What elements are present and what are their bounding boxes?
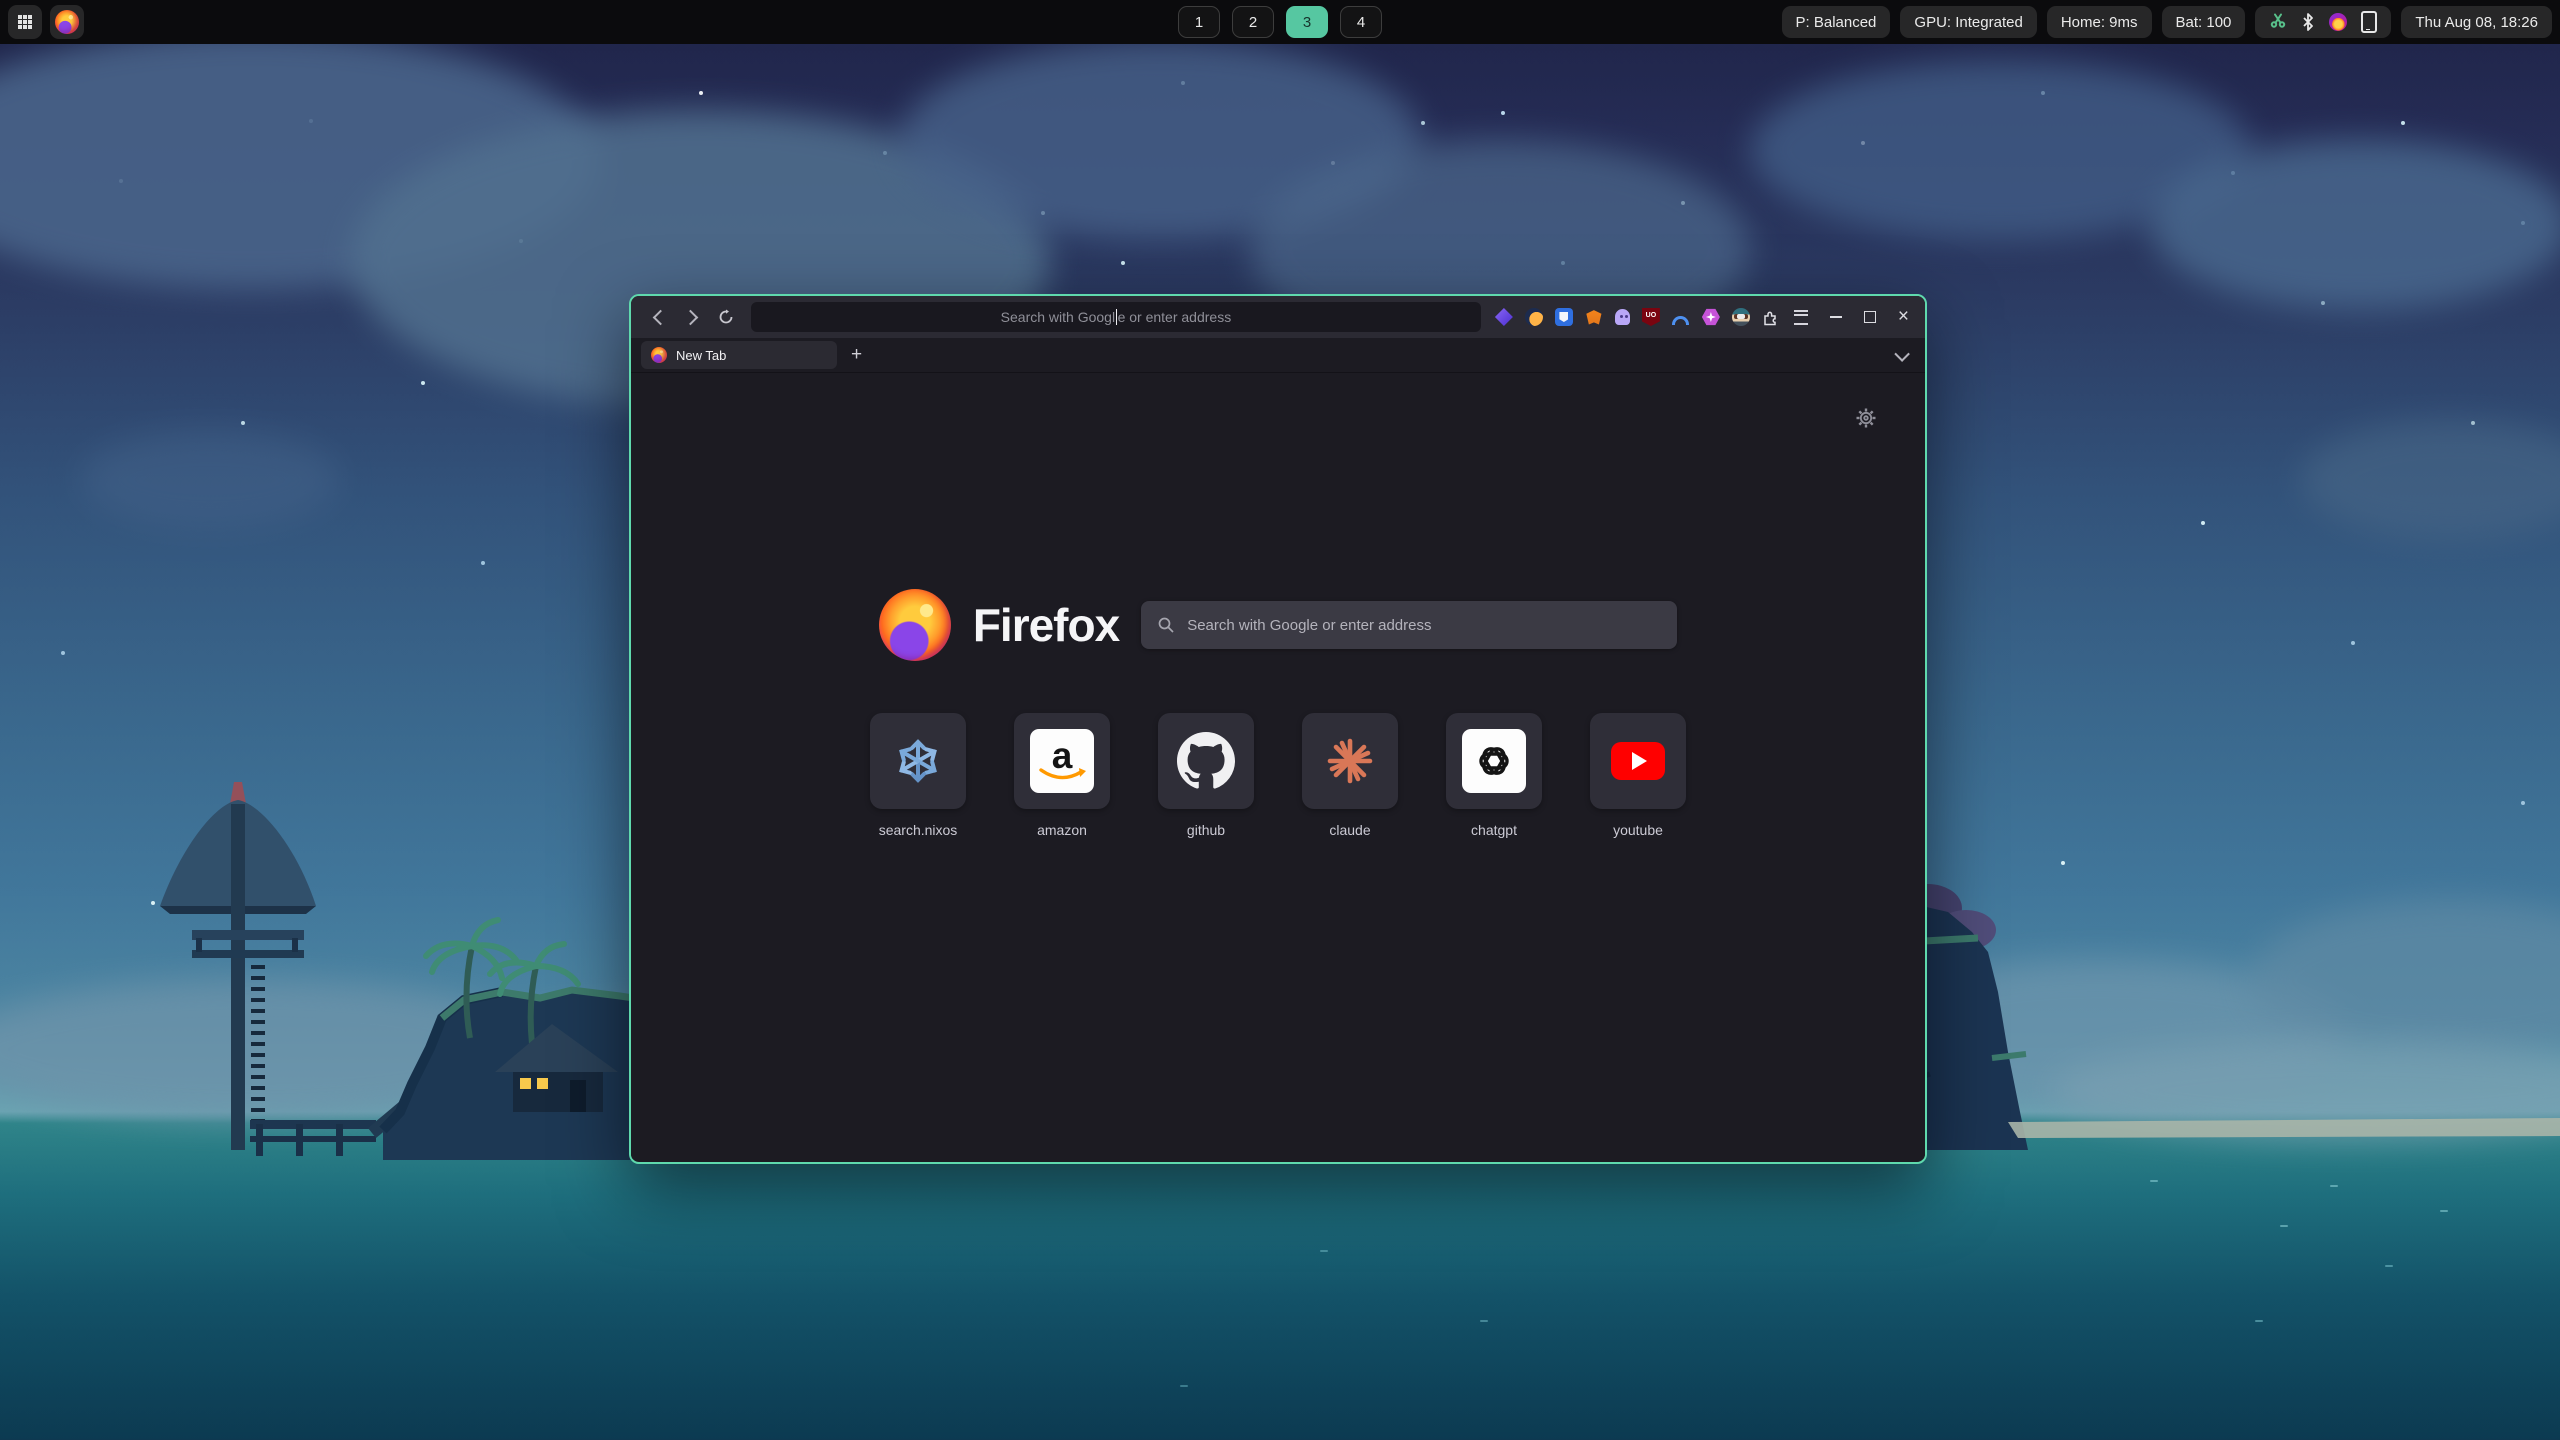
shortcut-label: amazon	[1037, 822, 1087, 838]
workspace-button-4[interactable]: 4	[1340, 6, 1382, 38]
puzzle-icon	[1762, 309, 1779, 326]
gpu-status: GPU: Integrated	[1900, 6, 2036, 38]
shortcut-chatgpt[interactable]: chatgpt	[1434, 713, 1554, 838]
new-tab-button[interactable]: +	[851, 344, 862, 366]
amazon-icon: a	[1030, 729, 1094, 793]
cloud-decor	[80, 430, 340, 530]
reload-button[interactable]	[713, 304, 739, 330]
workspace-button-2[interactable]: 2	[1232, 6, 1274, 38]
close-button[interactable]: ×	[1898, 312, 1909, 322]
newtab-search-input[interactable]: Search with Google or enter address	[1141, 601, 1677, 649]
status-group: P: Balanced GPU: Integrated Home: 9ms Ba…	[1782, 6, 2552, 38]
bluetooth-icon[interactable]	[2301, 13, 2315, 31]
extension-ublock-icon[interactable]: UO	[1642, 308, 1660, 326]
firefox-hero: Firefox Search with Google or enter addr…	[631, 589, 1925, 661]
tab-title: New Tab	[676, 348, 726, 363]
launcher-group	[8, 5, 84, 39]
hamburger-menu-icon	[1794, 310, 1808, 325]
extension-ghost-icon[interactable]	[1615, 309, 1630, 325]
forward-button[interactable]	[679, 304, 705, 330]
github-octocat-icon	[1177, 732, 1235, 790]
ping-status: Home: 9ms	[2047, 6, 2152, 38]
tab-new-tab[interactable]: New Tab	[641, 341, 837, 369]
shortcut-label: chatgpt	[1471, 822, 1517, 838]
network-icon[interactable]	[2269, 11, 2287, 33]
workspace-button-1[interactable]: 1	[1178, 6, 1220, 38]
shortcut-amazon[interactable]: a amazon	[1002, 713, 1122, 838]
cloud-decor	[2150, 140, 2560, 310]
back-button[interactable]	[645, 304, 671, 330]
url-bar[interactable]: Search with Google or enter address	[751, 302, 1481, 332]
firefox-icon	[55, 10, 79, 34]
shortcut-label: youtube	[1613, 822, 1663, 838]
shortcut-claude[interactable]: claude	[1290, 713, 1410, 838]
url-placeholder-left: Search with Googl	[1001, 309, 1115, 325]
shortcut-label: github	[1187, 822, 1225, 838]
extension-blue-arc-icon[interactable]	[1672, 308, 1690, 326]
ublock-letters: UO	[1646, 312, 1657, 319]
search-placeholder: Search with Google or enter address	[1187, 617, 1431, 634]
cloud-decor	[2300, 420, 2560, 540]
firefox-window: Search with Google or enter address UO ×	[629, 294, 1927, 1164]
shortcut-tiles: search.nixos a amazon	[631, 713, 1925, 838]
list-all-tabs-chevron-icon[interactable]	[1894, 346, 1910, 362]
shortcut-label: claude	[1329, 822, 1370, 838]
firefox-launcher-button[interactable]	[50, 5, 84, 39]
reload-icon	[718, 309, 734, 325]
minimize-button[interactable]	[1830, 316, 1842, 318]
system-tray	[2255, 6, 2391, 38]
clock: Thu Aug 08, 18:26	[2401, 6, 2552, 38]
shortcut-github[interactable]: github	[1146, 713, 1266, 838]
extensions-puzzle-button[interactable]	[1762, 308, 1780, 326]
extension-toolbar: UO	[1489, 308, 1816, 326]
extension-fox-icon[interactable]	[1585, 308, 1603, 326]
window-controls: ×	[1830, 311, 1909, 323]
firefox-logo	[879, 589, 951, 661]
youtube-play-icon	[1611, 742, 1665, 780]
forward-icon	[682, 309, 698, 325]
gear-icon	[1855, 407, 1877, 429]
shortcut-youtube[interactable]: youtube	[1578, 713, 1698, 838]
apps-grid-icon	[18, 15, 22, 19]
apps-launcher-button[interactable]	[8, 5, 42, 39]
tab-strip: New Tab +	[631, 338, 1925, 373]
cliff-beach-decor	[1900, 850, 2560, 1150]
personalize-settings-button[interactable]	[1855, 407, 1877, 434]
app-menu-button[interactable]	[1792, 308, 1810, 326]
shortcut-label: search.nixos	[879, 822, 958, 838]
claude-starburst-icon	[1324, 735, 1376, 787]
top-status-bar: 1 2 3 4 P: Balanced GPU: Integrated Home…	[0, 0, 2560, 44]
search-icon	[1157, 616, 1175, 634]
battery-status: Bat: 100	[2162, 6, 2246, 38]
extension-dark-moon-icon[interactable]	[1525, 308, 1543, 326]
openai-knot-icon	[1462, 729, 1526, 793]
workspace-switcher: 1 2 3 4	[1178, 0, 1382, 44]
new-tab-page: Firefox Search with Google or enter addr…	[631, 373, 1925, 1159]
extension-blue-shield-lock-icon[interactable]	[1555, 308, 1573, 326]
url-placeholder-right: e or enter address	[1118, 309, 1232, 325]
extension-magenta-hex-icon[interactable]	[1702, 308, 1720, 326]
maximize-button[interactable]	[1864, 311, 1876, 323]
tab-favicon-firefox-icon	[651, 347, 667, 363]
shortcut-search-nixos[interactable]: search.nixos	[858, 713, 978, 838]
power-profile-status: P: Balanced	[1782, 6, 1891, 38]
firefox-wordmark: Firefox	[973, 598, 1119, 652]
navigation-toolbar: Search with Google or enter address UO ×	[631, 296, 1925, 338]
amazon-smile-icon	[1039, 766, 1087, 784]
flame-badge-icon[interactable]	[2329, 13, 2347, 31]
phone-icon[interactable]	[2361, 11, 2377, 33]
nixos-snowflake-icon	[892, 735, 944, 787]
extension-purple-gem-icon[interactable]	[1495, 308, 1513, 326]
arc-glyph	[1672, 316, 1689, 325]
back-icon	[652, 309, 668, 325]
workspace-button-3-active[interactable]: 3	[1286, 6, 1328, 38]
extension-avatar-icon[interactable]	[1732, 308, 1750, 326]
